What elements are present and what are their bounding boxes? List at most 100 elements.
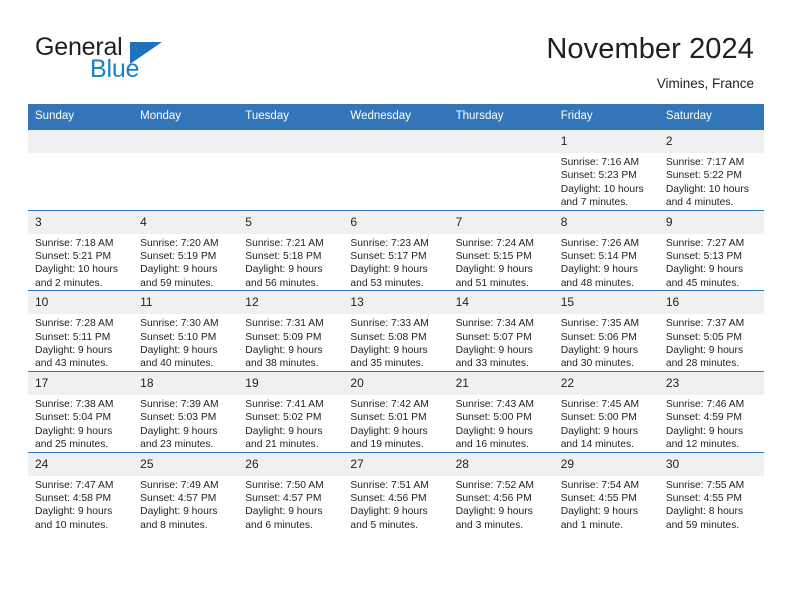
day-details: Sunrise: 7:18 AM Sunset: 5:21 PM Daylight:… [28, 234, 133, 291]
calendar-day-cell[interactable]: 26 Sunrise: 7:50 AM Sunset: 4:57 PM Dayligh… [238, 451, 344, 533]
daylight-text: Daylight: 10 hours [665, 183, 749, 195]
calendar-day-cell[interactable]: 15 Sunrise: 7:35 AM Sunset: 5:06 PM Dayligh… [553, 290, 659, 372]
calendar-day-cell[interactable]: 23 Sunrise: 7:46 AM Sunset: 4:59 PM Dayligh… [658, 370, 764, 452]
day-number: 8 [553, 210, 659, 234]
day-details: Sunrise: 7:17 AM Sunset: 5:22 PM Daylight:… [659, 153, 764, 210]
daylight-text-cont: and 4 minutes. [665, 197, 734, 209]
sunrise-text: Sunrise: 7:30 AM [140, 318, 219, 330]
calendar-day-cell[interactable]: 7 Sunrise: 7:24 AM Sunset: 5:15 PM Daylight… [448, 209, 554, 291]
day-number: 27 [343, 452, 449, 476]
daylight-text-cont: and 30 minutes. [560, 358, 634, 370]
day-number: 20 [343, 371, 449, 395]
day-details [238, 153, 343, 156]
daylight-text: Daylight: 9 hours [455, 264, 533, 276]
calendar-day-cell[interactable]: 28 Sunrise: 7:52 AM Sunset: 4:56 PM Dayligh… [448, 451, 554, 533]
calendar-day-cell[interactable]: 5 Sunrise: 7:21 AM Sunset: 5:18 PM Daylight… [238, 209, 344, 291]
sunset-text: Sunset: 4:56 PM [455, 492, 532, 504]
daylight-text-cont: and 2 minutes. [35, 277, 103, 289]
calendar-day-cell[interactable]: 20 Sunrise: 7:42 AM Sunset: 5:01 PM Dayligh… [343, 370, 449, 452]
day-details: Sunrise: 7:39 AM Sunset: 5:03 PM Daylight:… [133, 395, 238, 452]
calendar-day-cell[interactable]: 29 Sunrise: 7:54 AM Sunset: 4:55 PM Dayligh… [553, 451, 659, 533]
day-number [133, 130, 239, 153]
calendar-day-cell[interactable]: 22 Sunrise: 7:45 AM Sunset: 5:00 PM Dayligh… [553, 370, 659, 452]
daylight-text: Daylight: 9 hours [245, 506, 323, 518]
sunrise-text: Sunrise: 7:28 AM [35, 318, 114, 330]
daylight-text: Daylight: 10 hours [35, 264, 118, 276]
day-number: 14 [448, 291, 554, 315]
calendar-day-cell[interactable]: 25 Sunrise: 7:49 AM Sunset: 4:57 PM Dayligh… [133, 451, 239, 533]
sunset-text: Sunset: 5:04 PM [35, 412, 112, 424]
calendar-day-cell[interactable]: 9 Sunrise: 7:27 AM Sunset: 5:13 PM Daylight… [658, 209, 764, 291]
day-details [343, 153, 448, 156]
calendar-day-cell[interactable]: 21 Sunrise: 7:43 AM Sunset: 5:00 PM Dayligh… [448, 370, 554, 452]
sunrise-text: Sunrise: 7:18 AM [35, 237, 114, 249]
day-details: Sunrise: 7:49 AM Sunset: 4:57 PM Daylight:… [133, 476, 238, 533]
calendar-day-cell[interactable]: 13 Sunrise: 7:33 AM Sunset: 5:08 PM Dayligh… [343, 290, 449, 372]
sunset-text: Sunset: 5:17 PM [350, 251, 427, 263]
calendar-day-cell[interactable]: 3 Sunrise: 7:18 AM Sunset: 5:21 PM Daylight… [28, 209, 134, 291]
weekday-header-tuesday: Tuesday [238, 104, 344, 130]
daylight-text: Daylight: 9 hours [245, 264, 323, 276]
day-details: Sunrise: 7:24 AM Sunset: 5:15 PM Daylight:… [449, 234, 554, 291]
calendar-day-cell[interactable]: 12 Sunrise: 7:31 AM Sunset: 5:09 PM Dayligh… [238, 290, 344, 372]
daylight-text: Daylight: 9 hours [560, 345, 638, 357]
calendar-day-cell[interactable]: 27 Sunrise: 7:51 AM Sunset: 4:56 PM Dayligh… [343, 451, 449, 533]
sunrise-text: Sunrise: 7:35 AM [560, 318, 640, 330]
calendar-day-cell[interactable]: 10 Sunrise: 7:28 AM Sunset: 5:11 PM Dayligh… [28, 290, 134, 372]
day-details [133, 153, 238, 156]
calendar-week-row: 17 Sunrise: 7:38 AM Sunset: 5:04 PM Dayligh… [28, 370, 764, 452]
day-number: 1 [553, 130, 659, 153]
day-number: 19 [238, 371, 344, 395]
sunset-text: Sunset: 4:57 PM [140, 492, 217, 504]
calendar-day-cell[interactable]: 18 Sunrise: 7:39 AM Sunset: 5:03 PM Dayligh… [133, 370, 239, 452]
weekday-header-row: Sunday Monday Tuesday Wednesday Thursday Frid… [28, 104, 764, 130]
day-details: Sunrise: 7:47 AM Sunset: 4:58 PM Daylight:… [28, 476, 133, 533]
calendar-day-cell[interactable]: 19 Sunrise: 7:41 AM Sunset: 5:02 PM Dayligh… [238, 370, 344, 452]
sunset-text: Sunset: 5:08 PM [350, 331, 427, 343]
day-details [449, 153, 554, 156]
sunrise-text: Sunrise: 7:41 AM [245, 398, 324, 410]
sunset-text: Sunset: 5:22 PM [665, 170, 742, 182]
day-number: 12 [238, 291, 344, 315]
daylight-text-cont: and 10 minutes. [35, 519, 109, 531]
sunrise-text: Sunrise: 7:47 AM [35, 479, 114, 491]
calendar-day-cell[interactable]: 1 Sunrise: 7:16 AM Sunset: 5:23 PM Daylight… [553, 129, 659, 211]
daylight-text: Daylight: 9 hours [560, 425, 638, 437]
day-details: Sunrise: 7:43 AM Sunset: 5:00 PM Daylight:… [449, 395, 554, 452]
calendar-day-cell[interactable]: 11 Sunrise: 7:30 AM Sunset: 5:10 PM Dayligh… [133, 290, 239, 372]
day-number: 26 [238, 452, 344, 476]
calendar-day-cell[interactable]: 24 Sunrise: 7:47 AM Sunset: 4:58 PM Dayligh… [28, 451, 134, 533]
day-details: Sunrise: 7:30 AM Sunset: 5:10 PM Daylight:… [133, 314, 238, 371]
calendar-day-cell[interactable]: 17 Sunrise: 7:38 AM Sunset: 5:04 PM Dayligh… [28, 370, 134, 452]
calendar-day-cell[interactable]: 6 Sunrise: 7:23 AM Sunset: 5:17 PM Daylight… [343, 209, 449, 291]
sunset-text: Sunset: 5:11 PM [35, 331, 111, 343]
sunrise-text: Sunrise: 7:42 AM [350, 398, 429, 410]
calendar-day-cell[interactable]: 14 Sunrise: 7:34 AM Sunset: 5:07 PM Dayligh… [448, 290, 554, 372]
sunset-text: Sunset: 5:21 PM [35, 251, 112, 263]
sunrise-text: Sunrise: 7:24 AM [455, 237, 534, 249]
calendar-day-cell[interactable]: 8 Sunrise: 7:26 AM Sunset: 5:14 PM Daylight… [553, 209, 659, 291]
daylight-text-cont: and 59 minutes. [665, 519, 740, 531]
calendar-day-cell-empty [133, 129, 239, 211]
sunrise-text: Sunrise: 7:46 AM [665, 398, 745, 410]
brand-logo[interactable]: General Blue [32, 33, 212, 89]
sunrise-text: Sunrise: 7:51 AM [350, 479, 429, 491]
calendar-header-row: Sunday Monday Tuesday Wednesday Thursday Frid… [28, 104, 764, 130]
weekday-header-monday: Monday [133, 104, 239, 130]
sunrise-text: Sunrise: 7:37 AM [665, 318, 745, 330]
calendar-day-cell[interactable]: 2 Sunrise: 7:17 AM Sunset: 5:22 PM Daylight… [658, 129, 764, 211]
day-details: Sunrise: 7:51 AM Sunset: 4:56 PM Daylight:… [343, 476, 448, 533]
calendar-day-cell[interactable]: 4 Sunrise: 7:20 AM Sunset: 5:19 PM Daylight… [133, 209, 239, 291]
day-details: Sunrise: 7:33 AM Sunset: 5:08 PM Daylight:… [343, 314, 448, 371]
calendar-day-cell-empty [28, 129, 134, 211]
calendar-day-cell[interactable]: 30 Sunrise: 7:55 AM Sunset: 4:55 PM Dayligh… [658, 451, 764, 533]
day-number: 29 [553, 452, 659, 476]
sunset-text: Sunset: 5:06 PM [560, 331, 637, 343]
brand-word-blue: Blue [90, 55, 140, 83]
day-number: 16 [658, 291, 764, 315]
calendar-table: Sunday Monday Tuesday Wednesday Thursday Frid… [28, 104, 764, 533]
day-number: 21 [448, 371, 554, 395]
calendar-week-row: 3 Sunrise: 7:18 AM Sunset: 5:21 PM Daylight… [28, 209, 764, 291]
daylight-text: Daylight: 10 hours [560, 183, 644, 195]
calendar-day-cell[interactable]: 16 Sunrise: 7:37 AM Sunset: 5:05 PM Dayligh… [658, 290, 764, 372]
